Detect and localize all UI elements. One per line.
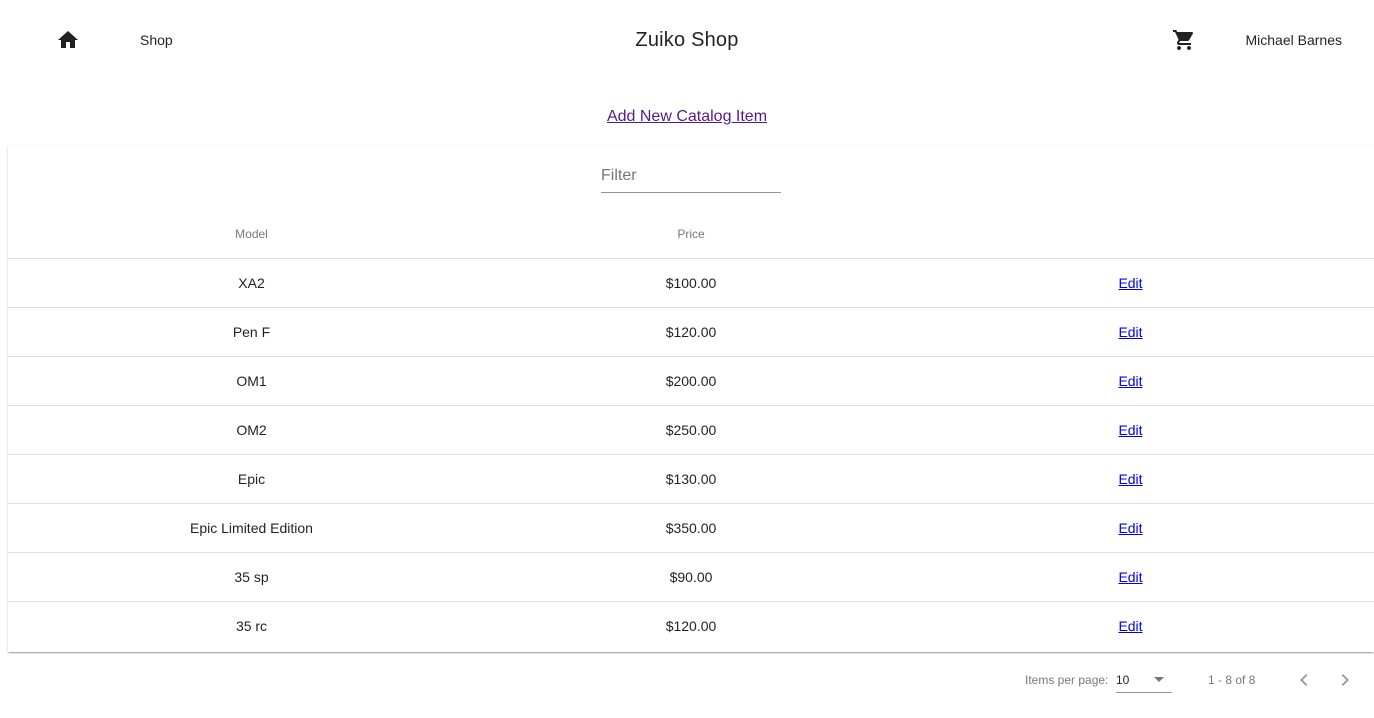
- edit-link[interactable]: Edit: [1118, 569, 1142, 585]
- price-cell: $200.00: [495, 356, 887, 406]
- table-row: XA2 $100.00 Edit: [8, 258, 1374, 308]
- table-row: Epic Limited Edition $350.00 Edit: [8, 503, 1374, 553]
- items-per-page-label: Items per page:: [1025, 673, 1109, 687]
- model-cell: OM1: [8, 356, 495, 406]
- model-cell: 35 sp: [8, 552, 495, 602]
- shopping-cart-icon: [1173, 30, 1194, 50]
- price-cell: $250.00: [495, 405, 887, 455]
- table-header-row: Model Price: [8, 210, 1374, 259]
- table-row: Pen F $120.00 Edit: [8, 307, 1374, 357]
- model-cell: OM2: [8, 405, 495, 455]
- edit-link[interactable]: Edit: [1118, 520, 1142, 536]
- home-button[interactable]: [50, 22, 86, 58]
- catalog-table-card: Model Price XA2 $100.00 Edit Pen F $120.…: [8, 146, 1374, 652]
- add-catalog-item-link[interactable]: Add New Catalog Item: [607, 108, 767, 125]
- items-per-page-select[interactable]: 10: [1116, 666, 1172, 693]
- user-menu-button[interactable]: Michael Barnes: [1238, 22, 1351, 58]
- model-cell: 35 rc: [235, 618, 268, 634]
- table-row: 35 rc $120.00 Edit: [8, 602, 1374, 651]
- model-cell: XA2: [8, 258, 495, 308]
- filter-field[interactable]: [601, 160, 781, 193]
- price-cell: $100.00: [495, 258, 887, 308]
- model-cell: Pen F: [8, 307, 495, 357]
- previous-page-button[interactable]: [1284, 660, 1324, 700]
- table-row: 35 sp $90.00 Edit: [8, 552, 1374, 602]
- price-cell: $350.00: [495, 503, 887, 553]
- column-header-actions: [887, 210, 1374, 259]
- page-range-label: 1 - 8 of 8: [1208, 673, 1256, 687]
- top-toolbar: Shop Zuiko Shop Michael Barnes: [0, 0, 1374, 80]
- table-row: OM2 $250.00 Edit: [8, 405, 1374, 455]
- home-icon: [58, 31, 78, 48]
- price-cell: $90.00: [495, 552, 887, 602]
- chevron-left-icon: [1300, 674, 1308, 686]
- edit-link[interactable]: Edit: [1118, 275, 1142, 291]
- edit-link[interactable]: Edit: [1118, 618, 1142, 634]
- cart-button[interactable]: [1166, 22, 1202, 58]
- catalog-table: Model Price XA2 $100.00 Edit Pen F $120.…: [8, 210, 1374, 650]
- items-per-page-value: 10: [1116, 673, 1130, 687]
- edit-link[interactable]: Edit: [1118, 324, 1142, 340]
- edit-link[interactable]: Edit: [1118, 373, 1142, 389]
- model-cell: Epic Limited Edition: [8, 503, 495, 553]
- edit-link[interactable]: Edit: [1118, 422, 1142, 438]
- price-cell: $120.00: [495, 307, 887, 357]
- table-row: OM1 $200.00 Edit: [8, 356, 1374, 406]
- edit-link[interactable]: Edit: [1118, 471, 1142, 487]
- column-header-price[interactable]: Price: [495, 210, 887, 259]
- model-cell: Epic: [8, 454, 495, 504]
- table-row: Epic $130.00 Edit: [8, 454, 1374, 504]
- price-cell: $120.00: [665, 618, 717, 634]
- shop-nav-link[interactable]: Shop: [132, 22, 181, 58]
- paginator: Items per page: 10 1 - 8 of 8: [0, 656, 1374, 706]
- next-page-button[interactable]: [1325, 660, 1365, 700]
- column-header-model[interactable]: Model: [8, 210, 495, 259]
- filter-input[interactable]: [601, 164, 781, 188]
- chevron-right-icon: [1341, 674, 1349, 686]
- price-cell: $130.00: [495, 454, 887, 504]
- app-title: Zuiko Shop: [635, 29, 739, 51]
- dropdown-arrow-icon: [1154, 677, 1164, 682]
